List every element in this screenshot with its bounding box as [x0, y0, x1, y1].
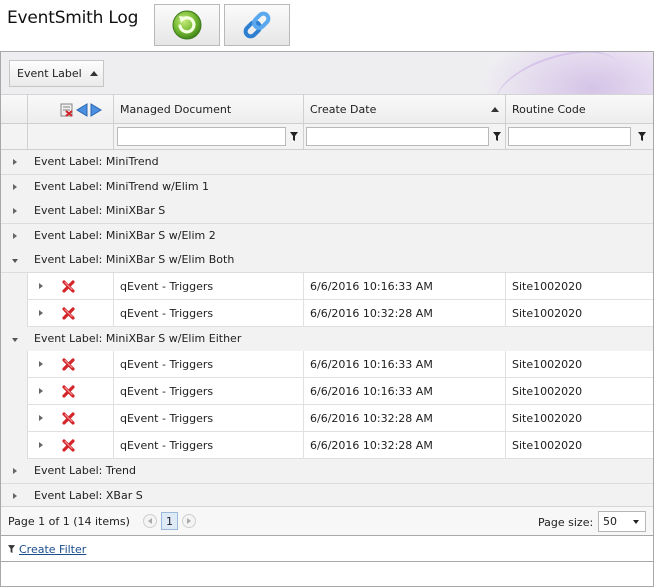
- chain-link-icon: [243, 11, 271, 39]
- pager-info: Page 1 of 1 (14 items): [8, 515, 130, 528]
- previous-page-button[interactable]: [143, 514, 157, 528]
- cell-managed-document: qEvent - Triggers: [114, 273, 304, 300]
- collapse-icon[interactable]: [12, 259, 18, 263]
- filter-icon[interactable]: [638, 132, 646, 141]
- filter-input-routine-code[interactable]: [508, 127, 631, 146]
- group-row-label: Event Label: MiniTrend w/Elim 1: [34, 180, 210, 193]
- cell-create-date: 6/6/2016 10:16:33 AM: [304, 351, 506, 378]
- pager: Page 1 of 1 (14 items) 1 Page size: 50: [1, 506, 653, 535]
- cell-routine-code: Site1002020: [512, 307, 583, 320]
- table-row[interactable]: qEvent - Triggers 6/6/2016 10:16:33 AM Sit…: [1, 273, 653, 300]
- event-log-grid: Event Label Managed Document Create Date: [0, 51, 654, 536]
- chevron-down-icon: [633, 520, 639, 524]
- page-size-select[interactable]: 50: [598, 511, 646, 532]
- table-row[interactable]: qEvent - Triggers 6/6/2016 10:32:28 AM Sit…: [1, 300, 653, 327]
- filter-icon[interactable]: [493, 132, 501, 141]
- column-header-row: Managed Document Create Date Routine Cod…: [1, 95, 653, 124]
- table-row[interactable]: qEvent - Triggers 6/6/2016 10:32:28 AM Sit…: [1, 405, 653, 432]
- collapse-icon[interactable]: [12, 338, 18, 342]
- group-panel: Event Label: [1, 52, 653, 95]
- group-row[interactable]: Event Label: MiniXBar S w/Elim 2: [1, 224, 653, 249]
- expand-icon[interactable]: [13, 208, 17, 214]
- expand-icon[interactable]: [13, 159, 17, 165]
- sort-ascending-icon: [89, 71, 98, 76]
- previous-icon[interactable]: [76, 102, 88, 117]
- filter-icon: [8, 545, 15, 553]
- filter-input-create-date[interactable]: [306, 127, 489, 146]
- group-row-label: Event Label: MiniXBar S: [34, 204, 166, 217]
- cell-create-date: 6/6/2016 10:32:28 AM: [304, 432, 506, 459]
- group-row[interactable]: Event Label: MiniXBar S: [1, 199, 653, 224]
- cell-managed-document: qEvent - Triggers: [114, 432, 304, 459]
- cell-managed-document: qEvent - Triggers: [114, 405, 304, 432]
- header-create-date[interactable]: Create Date: [304, 95, 506, 124]
- group-row-label: Event Label: MiniXBar S w/Elim 2: [34, 229, 216, 242]
- window-bottom: [0, 562, 654, 587]
- group-row-label: Event Label: Trend: [34, 464, 136, 477]
- cell-create-date: 6/6/2016 10:32:28 AM: [304, 300, 506, 327]
- cell-managed-document: qEvent - Triggers: [114, 300, 304, 327]
- filter-icon[interactable]: [290, 132, 298, 141]
- group-row[interactable]: Event Label: MiniXBar S w/Elim Both: [1, 248, 653, 273]
- group-row-label: Event Label: MiniTrend: [34, 155, 159, 168]
- cell-managed-document: qEvent - Triggers: [114, 351, 304, 378]
- refresh-button[interactable]: [154, 4, 220, 46]
- app-title: EventSmith Log: [7, 8, 139, 28]
- table-row[interactable]: qEvent - Triggers 6/6/2016 10:16:33 AM Sit…: [1, 378, 653, 405]
- group-row[interactable]: Event Label: Trend: [1, 459, 653, 484]
- chevron-left-icon: [148, 518, 152, 524]
- group-row[interactable]: Event Label: MiniXBar S w/Elim Either: [1, 327, 653, 352]
- expand-icon[interactable]: [13, 233, 17, 239]
- chevron-right-icon: [187, 518, 191, 524]
- refresh-icon: [172, 10, 202, 40]
- cell-routine-code: Site1002020: [512, 358, 583, 371]
- cell-create-date: 6/6/2016 10:16:33 AM: [304, 378, 506, 405]
- group-row-label: Event Label: MiniXBar S w/Elim Both: [34, 253, 235, 266]
- cell-create-date: 6/6/2016 10:16:33 AM: [304, 273, 506, 300]
- link-button[interactable]: [224, 4, 290, 46]
- create-filter-link[interactable]: Create Filter: [19, 543, 86, 556]
- sort-ascending-icon: [491, 107, 499, 112]
- cell-create-date: 6/6/2016 10:32:28 AM: [304, 405, 506, 432]
- cell-routine-code: Site1002020: [512, 385, 583, 398]
- header-indent-cell: [1, 95, 28, 124]
- page-size-label: Page size:: [538, 516, 594, 529]
- header-command-cell: [28, 95, 114, 124]
- page-number-1[interactable]: 1: [161, 512, 178, 530]
- table-row[interactable]: qEvent - Triggers 6/6/2016 10:16:33 AM Sit…: [1, 351, 653, 378]
- group-row[interactable]: Event Label: MiniTrend: [1, 150, 653, 175]
- group-chip-event-label[interactable]: Event Label: [9, 60, 104, 87]
- filter-input-managed-document[interactable]: [117, 127, 286, 146]
- table-row[interactable]: qEvent - Triggers 6/6/2016 10:32:28 AM Sit…: [1, 432, 653, 459]
- group-row[interactable]: Event Label: MiniTrend w/Elim 1: [1, 175, 653, 200]
- expand-icon[interactable]: [13, 184, 17, 190]
- group-chip-label: Event Label: [17, 67, 82, 80]
- next-page-button[interactable]: [182, 514, 196, 528]
- cell-routine-code: Site1002020: [512, 412, 583, 425]
- cell-routine-code: Site1002020: [512, 280, 583, 293]
- group-row-label: Event Label: MiniXBar S w/Elim Either: [34, 332, 242, 345]
- expand-icon[interactable]: [13, 468, 17, 474]
- filter-footer: Create Filter: [0, 536, 654, 562]
- cell-routine-code: Site1002020: [512, 439, 583, 452]
- next-icon[interactable]: [90, 102, 102, 117]
- header-routine-code[interactable]: Routine Code: [506, 95, 653, 124]
- group-row-label: Event Label: XBar S: [34, 489, 143, 502]
- header-managed-document[interactable]: Managed Document: [114, 95, 304, 124]
- filter-row: [1, 124, 653, 150]
- delete-icon[interactable]: [60, 103, 74, 117]
- expand-icon[interactable]: [13, 493, 17, 499]
- cell-managed-document: qEvent - Triggers: [114, 378, 304, 405]
